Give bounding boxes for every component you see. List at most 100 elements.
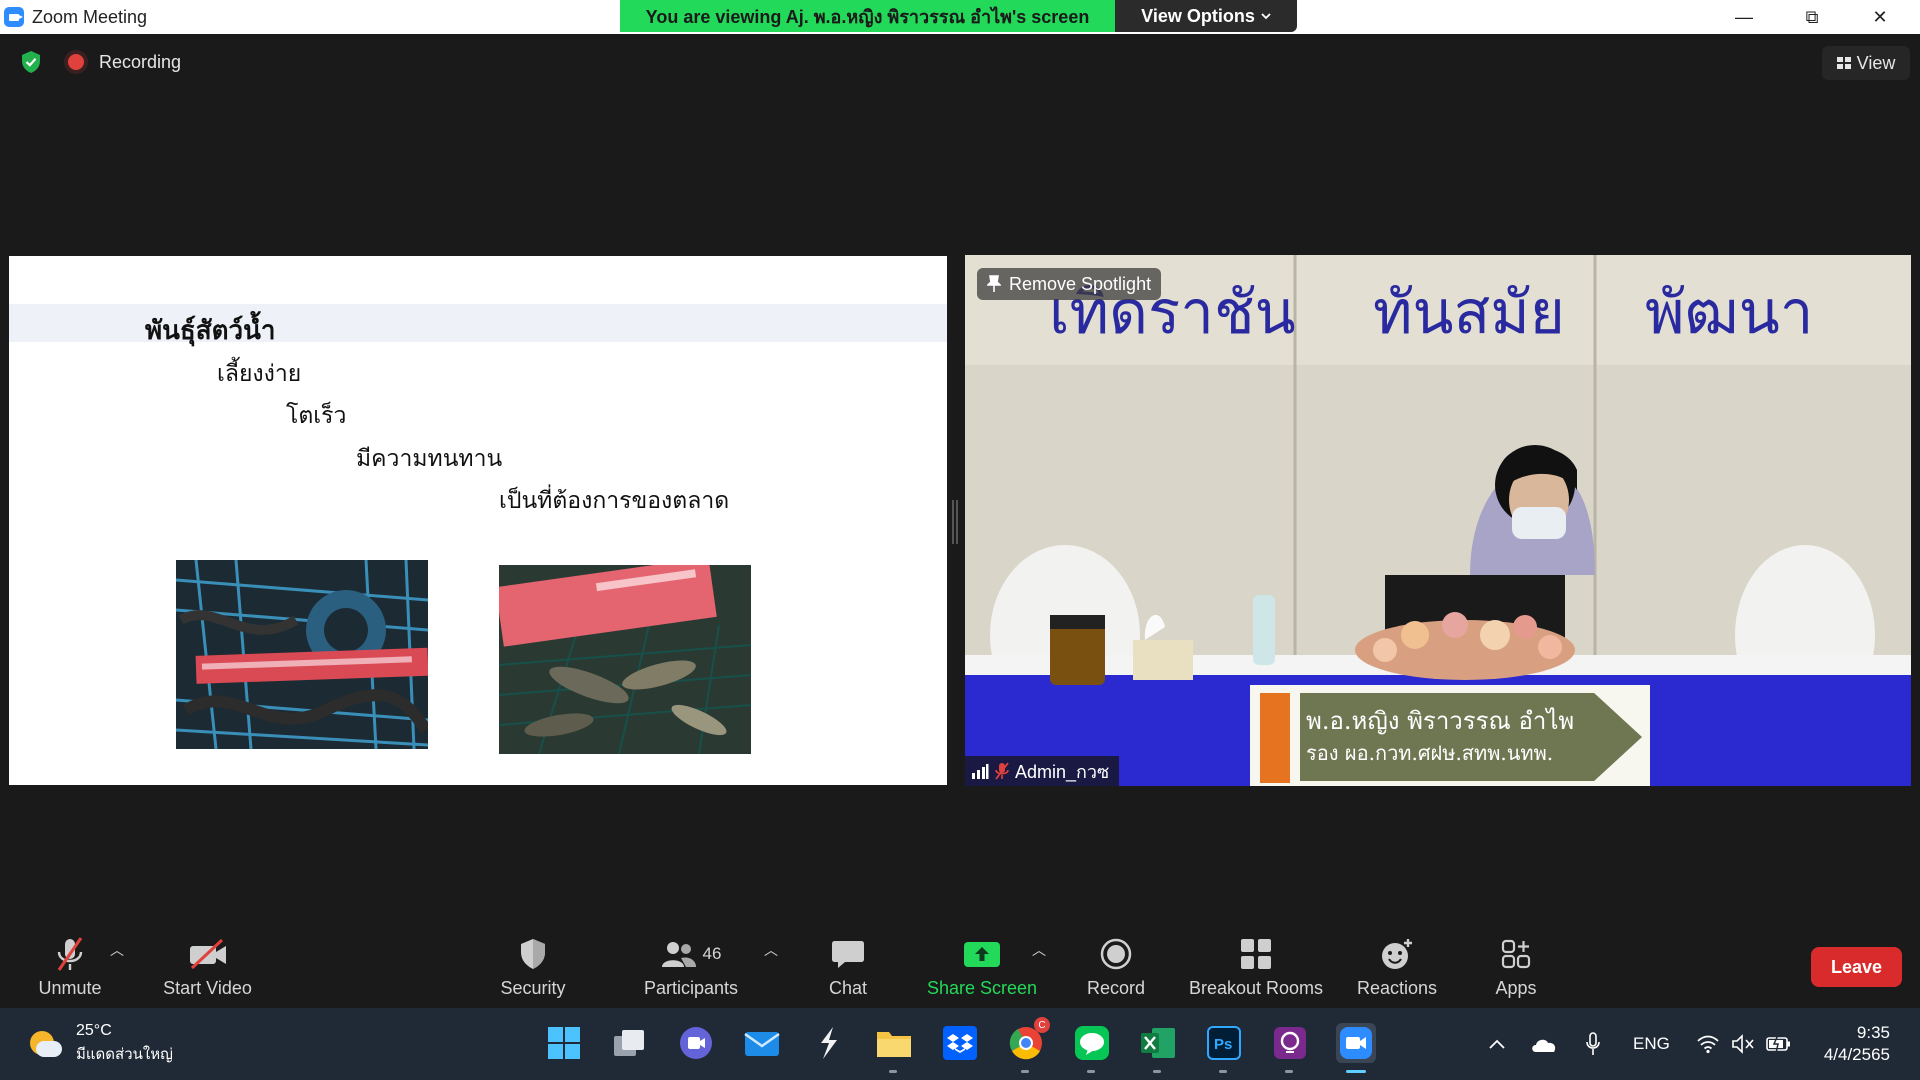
pdf-icon [1274,1027,1306,1059]
app-s-icon [821,1027,837,1059]
lower-third-position: รอง ผอ.กวท.ศฝษ.สทพ.นทพ. [1306,741,1554,765]
start-video-button[interactable]: Start Video [150,920,265,1008]
split-view-divider[interactable] [952,500,958,544]
onedrive-tray[interactable] [1530,1008,1558,1080]
chevron-down-icon [1261,13,1271,20]
camera-banner-word-3: พัฒนา [1645,278,1814,348]
muted-mic-icon [995,762,1009,780]
meeting-toolbar: Unmute ︿ Start Video Security 46 Partici… [0,920,1920,1008]
excel-button[interactable] [1138,1023,1178,1073]
svg-text:Ps: Ps [1214,1036,1232,1053]
file-explorer-button[interactable] [874,1023,914,1073]
dropbox-button[interactable] [940,1023,980,1063]
chat-bubble-icon [832,941,864,968]
speaker-video: เทิดราชัน ทันสมัย พัฒนา พ.อ.หญิง พิราวรร… [965,255,1911,786]
chrome-profile-badge: C [1034,1017,1050,1033]
pdf-editor-button[interactable] [1270,1023,1310,1073]
reactions-button[interactable]: Reactions [1352,920,1442,1008]
partly-sunny-icon [28,1029,64,1059]
weather-description: มีแดดส่วนใหญ่ [76,1046,173,1063]
security-button[interactable]: Security [488,920,578,1008]
share-screen-options-caret[interactable]: ︿ [1032,940,1046,960]
viewing-banner: You are viewing Aj. พ.อ.หญิง พิราวรรณ อำ… [620,0,1115,32]
battery-tray[interactable] [1766,1008,1792,1080]
wifi-tray[interactable] [1696,1008,1720,1080]
view-button[interactable]: View [1822,46,1910,80]
line-icon [1075,1026,1109,1060]
line-button[interactable] [1072,1023,1112,1073]
shared-screen-slide: พันธุ์สัตว์น้ำ เลี้ยงง่าย โตเร็ว มีความท… [9,256,947,785]
dropbox-icon [943,1026,977,1060]
slide-title: พันธุ์สัตว์น้ำ [145,316,276,346]
microphone-muted-icon [57,937,83,971]
camera-banner-word-2: ทันสมัย [1373,278,1565,348]
chat-button[interactable]: Chat [808,920,888,1008]
participants-count: 46 [702,944,722,963]
windows-taskbar: 25°C มีแดดส่วนใหญ่ C Ps ENG 9:35 4/4/256… [0,1008,1920,1080]
file-explorer-icon [877,1032,911,1057]
teams-chat-button[interactable] [676,1023,716,1063]
participants-options-caret[interactable]: ︿ [764,940,778,960]
restore-button[interactable]: ⧉ [1778,0,1846,34]
lower-third-caption: พ.อ.หญิง พิราวรรณ อำไพ รอง ผอ.กวท.ศฝษ.สท… [1250,685,1650,786]
breakout-rooms-button[interactable]: Breakout Rooms [1180,920,1332,1008]
share-screen-button[interactable]: Share Screen [922,920,1042,1008]
record-button[interactable]: Record [1076,920,1156,1008]
grid-view-icon [1836,57,1851,69]
recording-dot-icon [68,54,84,70]
record-icon [1100,938,1132,970]
encryption-shield-icon[interactable] [20,50,42,74]
onedrive-cloud-icon [1532,1039,1556,1052]
participant-name: Admin_กวซ [1015,761,1110,782]
share-screen-icon [964,942,1000,967]
chevron-up-icon [1489,1039,1505,1049]
apps-icon [1501,939,1531,969]
apps-button[interactable]: Apps [1476,920,1556,1008]
input-language-indicator[interactable]: ENG [1633,1008,1670,1080]
slide-photo-eels [176,560,428,749]
recording-label: Recording [99,52,182,72]
chrome-button[interactable]: C [1006,1017,1050,1073]
weather-widget[interactable]: 25°C มีแดดส่วนใหญ่ [28,1022,173,1066]
start-button[interactable] [544,1023,584,1063]
window-title: Zoom Meeting [32,6,148,27]
signal-strength-icon [972,764,989,779]
participants-button[interactable]: 46 Participants [636,920,746,1008]
reactions-smiley-icon [1382,939,1412,969]
microphone-tray[interactable] [1585,1008,1601,1080]
excel-icon [1141,1028,1175,1058]
lower-third-name: พ.อ.หญิง พิราวรรณ อำไพ [1306,707,1575,735]
speaker-muted-icon [1732,1034,1754,1054]
zoom-icon [1340,1027,1372,1059]
teams-icon [680,1027,712,1059]
pin-icon [987,275,1001,292]
remove-spotlight-label: Remove Spotlight [1009,273,1152,294]
slide-photo-fish [499,565,751,754]
leave-button[interactable]: Leave [1811,947,1902,987]
photoshop-icon: Ps [1207,1026,1241,1060]
app-s-button[interactable] [808,1023,848,1063]
view-options-button[interactable]: View Options [1115,0,1297,32]
close-button[interactable]: ✕ [1846,0,1914,34]
show-hidden-icons-button[interactable] [1488,1008,1506,1080]
mail-button[interactable] [742,1023,782,1063]
meeting-status-bar: Recording View [0,34,1920,94]
task-view-button[interactable] [610,1023,650,1063]
unmute-button[interactable]: Unmute [22,920,118,1008]
minimize-button[interactable]: — [1710,0,1778,34]
remove-spotlight-button[interactable]: Remove Spotlight [977,268,1162,300]
zoom-taskbar-button[interactable] [1336,1023,1376,1073]
view-label: View [1856,52,1896,73]
system-clock[interactable]: 9:35 4/4/2565 [1810,1022,1890,1066]
audio-options-caret[interactable]: ︿ [110,940,124,960]
zoom-app-icon [4,7,24,27]
volume-tray[interactable] [1731,1008,1755,1080]
security-shield-icon [521,939,545,969]
breakout-rooms-icon [1241,939,1271,969]
photoshop-button[interactable]: Ps [1204,1023,1244,1073]
slide-line-3: มีความทนทาน [356,446,503,472]
microphone-icon [1586,1032,1600,1055]
lower-third-accent [1260,693,1290,783]
slide-line-2: โตเร็ว [286,403,347,429]
participants-icon [661,942,696,967]
